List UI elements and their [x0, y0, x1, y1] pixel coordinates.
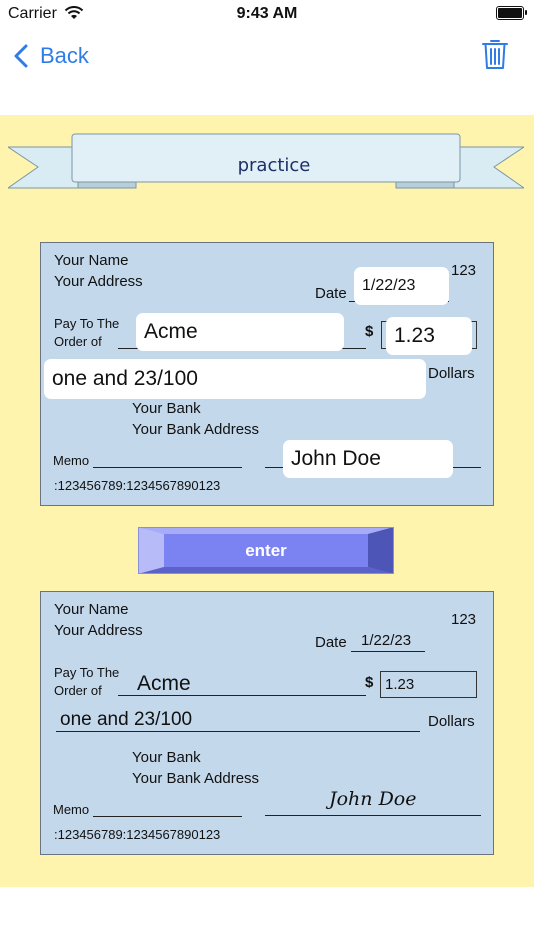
dollar-sign: $	[365, 674, 374, 691]
routing-number: :123456789:1234567890123	[54, 827, 221, 842]
account-name: Your Name	[54, 252, 129, 269]
date-input[interactable]: 1/22/23	[354, 267, 449, 305]
practice-banner: practice	[6, 133, 526, 189]
banner-title: practice	[237, 155, 311, 176]
bank-name: Your Bank	[132, 749, 201, 766]
pay-to-label: Pay To The	[54, 665, 120, 680]
bank-name: Your Bank	[132, 400, 201, 417]
routing-number: :123456789:1234567890123	[54, 478, 221, 493]
pay-to-label: Pay To The	[54, 316, 120, 331]
result-date: 1/22/23	[361, 632, 412, 649]
result-payee: Acme	[137, 672, 191, 695]
navigation-bar: Back	[0, 30, 534, 115]
practice-check: Your Name Your Address 123 Date 1/22/23 …	[40, 242, 494, 506]
account-address: Your Address	[54, 273, 143, 290]
result-signature: John Doe	[329, 788, 417, 810]
account-address: Your Address	[54, 622, 143, 639]
chevron-left-icon	[14, 44, 28, 68]
signature-input[interactable]: John Doe	[283, 440, 453, 478]
memo-label: Memo	[53, 453, 90, 468]
written-amount-input[interactable]: one and 23/100	[44, 359, 426, 399]
status-bar: Carrier 9:43 AM	[0, 0, 534, 30]
bank-address: Your Bank Address	[132, 770, 260, 787]
order-of-label: Order of	[54, 334, 102, 349]
dollars-label: Dollars	[428, 365, 475, 382]
bank-address: Your Bank Address	[132, 421, 260, 438]
clock: 9:43 AM	[236, 5, 298, 22]
order-of-label: Order of	[54, 683, 102, 698]
back-label: Back	[40, 43, 89, 68]
memo-label: Memo	[53, 802, 90, 817]
practice-panel: practice Your Name Your Address 123 Date…	[0, 115, 534, 887]
trash-button[interactable]	[482, 38, 508, 75]
result-amount: 1.23	[380, 671, 477, 698]
check-number: 123	[451, 611, 477, 628]
battery-icon	[496, 6, 527, 20]
result-check: Your Name Your Address 123 Date 1/22/23 …	[40, 591, 494, 855]
enter-label: enter	[245, 541, 287, 560]
back-button[interactable]: Back	[14, 36, 89, 76]
trash-icon	[482, 40, 508, 69]
result-written-amount: one and 23/100	[60, 709, 193, 730]
date-label: Date	[315, 634, 347, 651]
dollar-sign: $	[365, 323, 374, 340]
account-name: Your Name	[54, 601, 129, 618]
enter-button[interactable]: enter	[138, 527, 394, 574]
dollars-label: Dollars	[428, 713, 475, 730]
amount-input[interactable]: 1.23	[386, 317, 472, 355]
check-number: 123	[451, 262, 477, 279]
payee-input[interactable]: Acme	[136, 313, 344, 351]
date-label: Date	[315, 285, 347, 302]
